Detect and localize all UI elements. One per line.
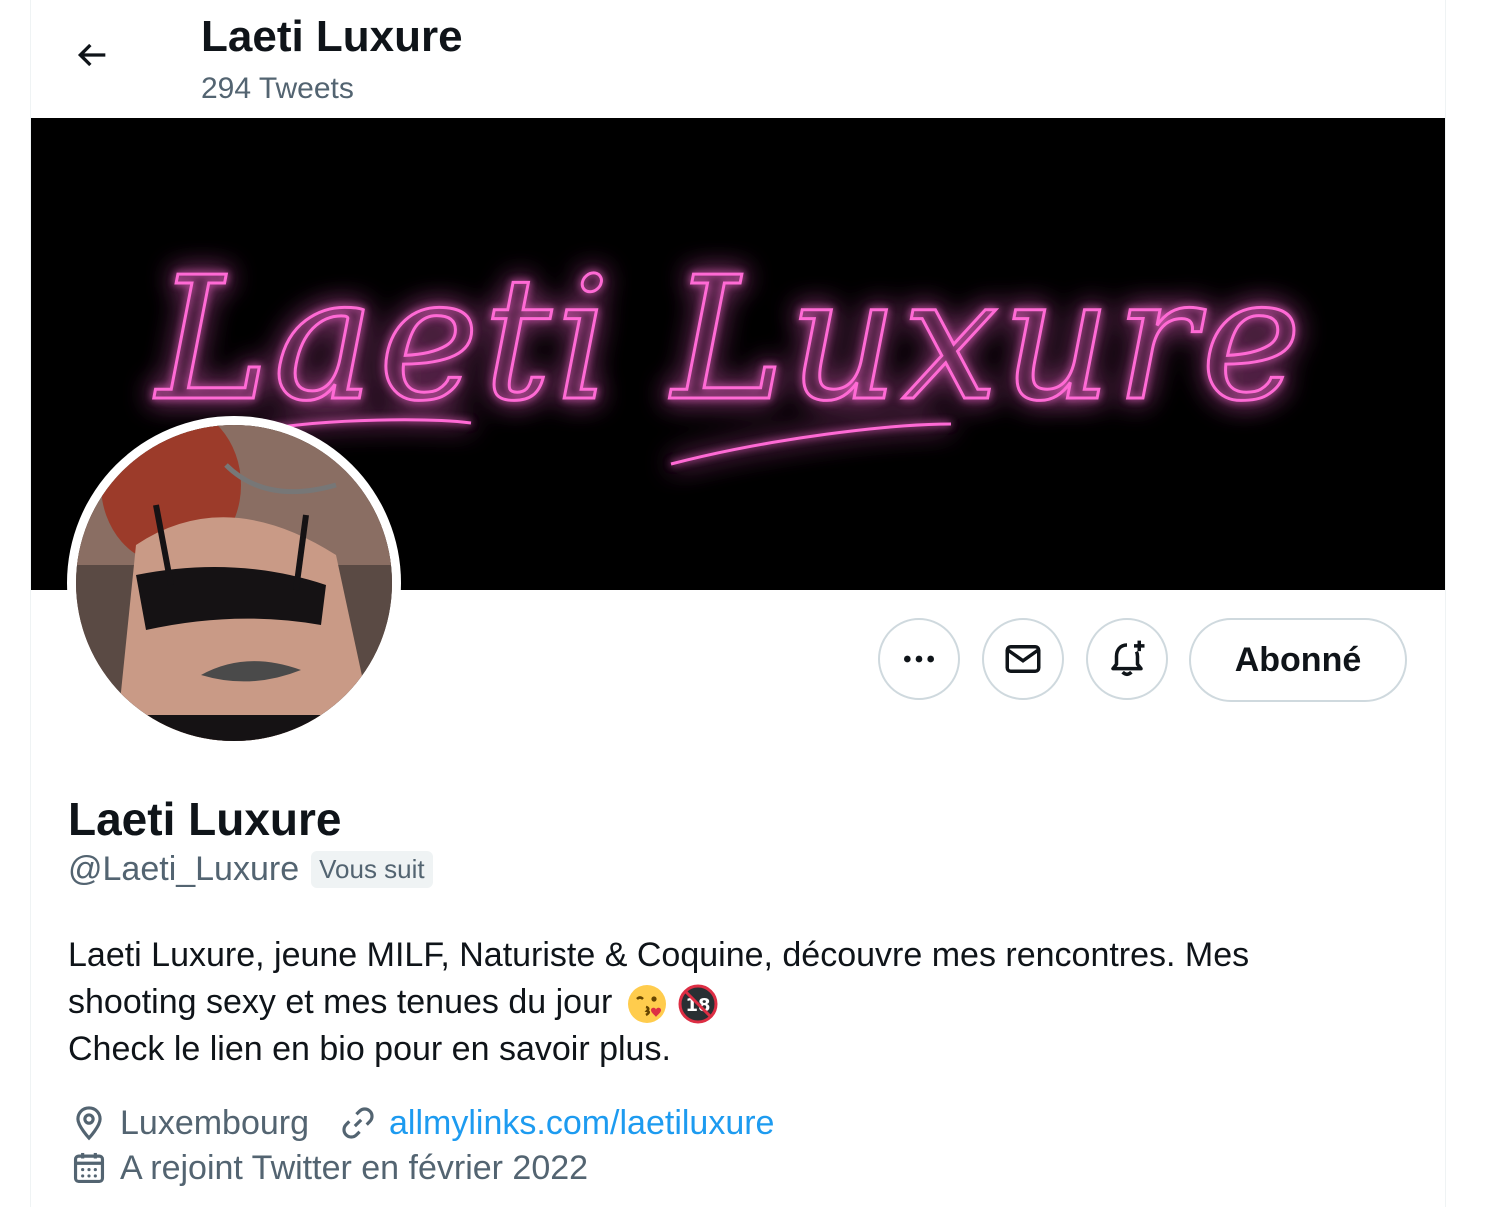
- more-icon: [904, 655, 934, 663]
- message-button[interactable]: [982, 618, 1064, 700]
- display-name: Laeti Luxure: [68, 793, 342, 845]
- joined-row: A rejoint Twitter en février 2022: [68, 1147, 588, 1189]
- more-button[interactable]: [878, 618, 960, 700]
- profile-avatar[interactable]: [67, 416, 401, 750]
- follows-you-badge: Vous suit: [311, 851, 433, 888]
- no-under-18-emoji: 18: [678, 984, 718, 1024]
- notifications-button[interactable]: [1086, 618, 1168, 700]
- location-link-row: Luxembourg allmylinks.com/laetiluxure: [68, 1102, 774, 1144]
- banner-neon-text: Laeti Luxure: [153, 241, 1305, 439]
- back-button[interactable]: [59, 22, 125, 88]
- mail-icon: [1005, 645, 1041, 673]
- avatar-illustration: [76, 425, 392, 741]
- tweet-count: 294 Tweets: [201, 72, 354, 105]
- bio-line-2-row: shooting sexy et mes tenues du jour 18: [68, 979, 1408, 1026]
- joined-date: A rejoint Twitter en février 2022: [120, 1148, 589, 1187]
- link-icon: [337, 1102, 379, 1144]
- profile-page: Laeti Luxure 294 Tweets Laeti Luxure Abo…: [0, 0, 1500, 1207]
- bell-plus-icon: [1111, 640, 1145, 677]
- profile-website-link[interactable]: allmylinks.com/laetiluxure: [389, 1104, 774, 1143]
- following-button[interactable]: Abonné: [1189, 618, 1407, 702]
- kissing-face-emoji: [627, 985, 666, 1024]
- location-pin-icon: [68, 1102, 110, 1144]
- avatar-photo: [76, 425, 392, 741]
- user-handle: @Laeti_Luxure: [68, 850, 300, 888]
- bio-line-3: Check le lien en bio pour en savoir plus…: [68, 1030, 671, 1068]
- bio-line-1: Laeti Luxure, jeune MILF, Naturiste & Co…: [68, 936, 1250, 974]
- profile-bio: Laeti Luxure, jeune MILF, Naturiste & Co…: [68, 932, 1408, 1073]
- header-title: Laeti Luxure: [201, 12, 463, 61]
- handle-row: @Laeti_Luxure Vous suit: [68, 850, 433, 889]
- calendar-icon: [68, 1147, 110, 1189]
- top-header: Laeti Luxure 294 Tweets: [31, 0, 1445, 118]
- location-text: Luxembourg: [120, 1103, 310, 1142]
- arrow-left-icon: [77, 43, 106, 67]
- main-column: Laeti Luxure 294 Tweets Laeti Luxure Abo…: [30, 0, 1446, 1207]
- bio-line-2: shooting sexy et mes tenues du jour: [68, 983, 613, 1021]
